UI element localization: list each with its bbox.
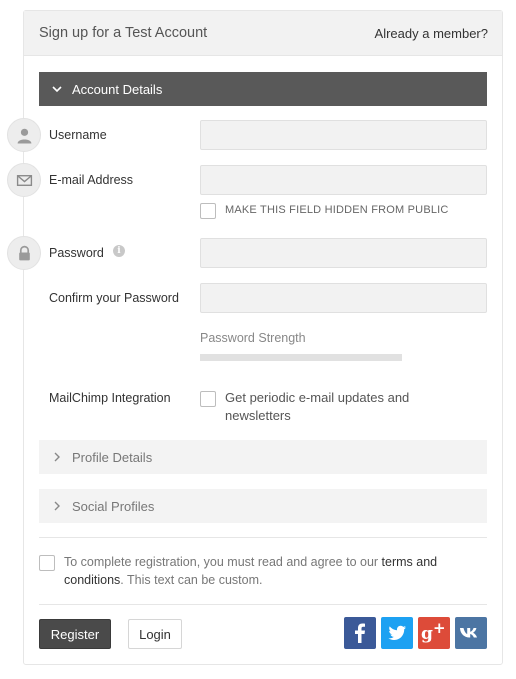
section-social-profiles[interactable]: Social Profiles — [39, 489, 487, 523]
user-icon — [17, 128, 32, 144]
page-title: Sign up for a Test Account — [39, 25, 208, 41]
password-strength-meter — [200, 354, 402, 361]
terms-text-before: To complete registration, you must read … — [64, 555, 382, 569]
svg-text:+: + — [433, 619, 446, 637]
chevron-right-icon — [54, 452, 60, 462]
confirm-password-input[interactable] — [200, 283, 487, 313]
email-label: E-mail Address — [49, 173, 134, 187]
twitter-icon[interactable] — [381, 617, 413, 649]
svg-text:g: g — [421, 624, 433, 644]
password-strength-label: Password Strength — [200, 331, 306, 345]
mailchimp-label: MailChimp Integration — [49, 391, 171, 405]
password-label: Password — [49, 246, 104, 260]
section-label: Profile Details — [72, 450, 153, 465]
confirm-password-label: Confirm your Password — [49, 291, 179, 305]
lock-icon-badge — [7, 236, 41, 270]
hide-email-checkbox[interactable] — [200, 203, 216, 219]
username-label: Username — [49, 128, 107, 142]
section-profile-details[interactable]: Profile Details — [39, 440, 487, 474]
terms-text-after: . This text can be custom. — [120, 573, 263, 587]
facebook-icon[interactable] — [344, 617, 376, 649]
signup-card: Sign up for a Test Account Already a mem… — [7, 10, 503, 665]
register-button[interactable]: Register — [39, 619, 111, 649]
user-icon-badge — [7, 118, 41, 152]
username-input[interactable] — [200, 120, 487, 150]
password-input[interactable] — [200, 238, 487, 268]
lock-icon — [19, 245, 30, 261]
terms-text: To complete registration, you must read … — [64, 553, 474, 589]
mailchimp-checkbox[interactable] — [200, 391, 216, 407]
login-button[interactable]: Login — [128, 619, 182, 649]
mail-icon-badge — [7, 163, 41, 197]
card-header: Sign up for a Test Account Already a mem… — [24, 11, 502, 56]
chevron-down-icon — [52, 86, 62, 93]
section-label: Social Profiles — [72, 499, 155, 514]
mailchimp-option-text: Get periodic e-mail updates and newslett… — [225, 390, 410, 423]
terms-checkbox[interactable] — [39, 555, 55, 571]
info-icon[interactable]: i — [113, 245, 125, 257]
email-input[interactable] — [200, 165, 487, 195]
divider — [39, 604, 487, 605]
google-plus-icon[interactable]: g + — [418, 617, 450, 649]
vk-icon[interactable] — [455, 617, 487, 649]
divider — [39, 537, 487, 538]
section-label: Account Details — [72, 82, 163, 97]
hide-email-label: MAKE THIS FIELD HIDDEN FROM PUBLIC — [225, 204, 449, 216]
already-member-link[interactable]: Already a member? — [375, 26, 488, 41]
mail-icon — [16, 175, 33, 186]
chevron-right-icon — [54, 501, 60, 511]
section-account-details[interactable]: Account Details — [39, 72, 487, 106]
